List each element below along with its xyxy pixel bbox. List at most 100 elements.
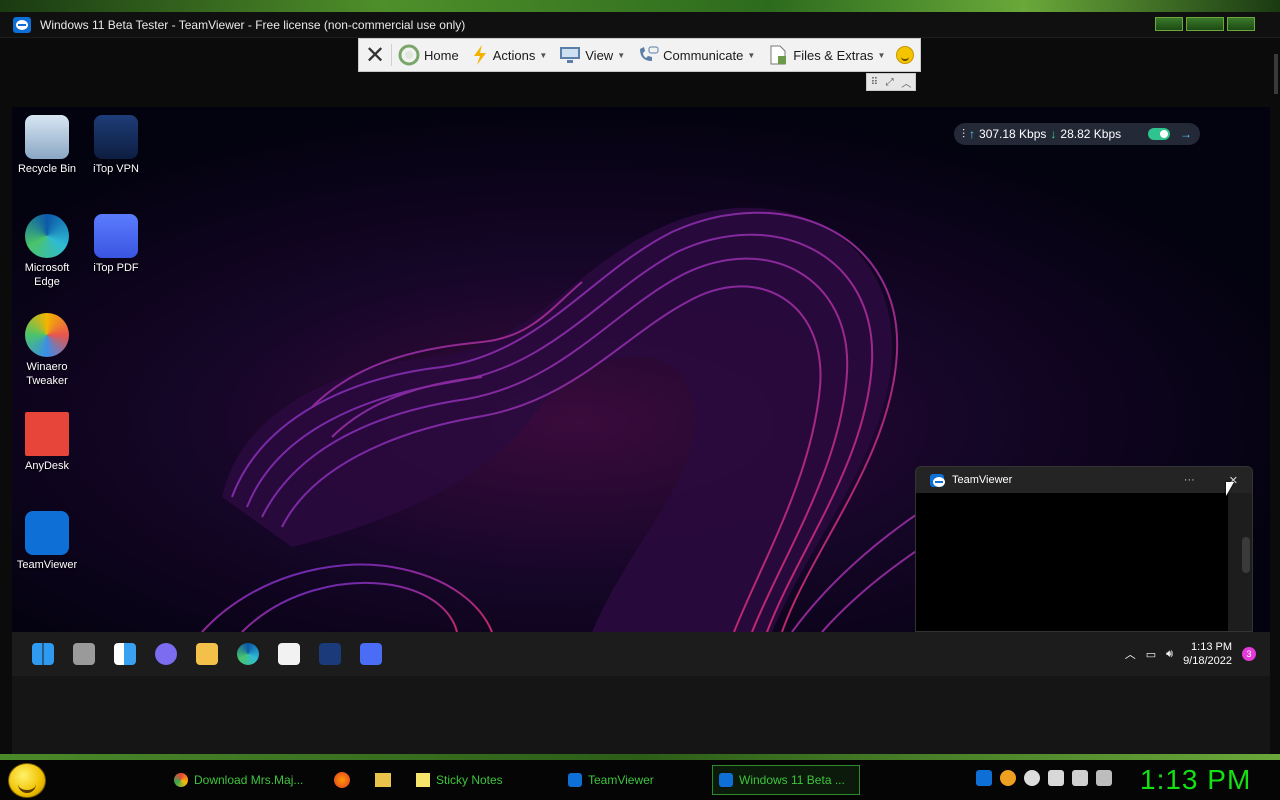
teamviewer-icon xyxy=(719,773,733,787)
view-menu[interactable]: View ▼ xyxy=(553,39,631,71)
desktop-icon-label: Microsoft Edge xyxy=(24,262,70,288)
task-view-icon[interactable] xyxy=(73,643,95,665)
teamviewer-icon xyxy=(25,511,69,555)
teamviewer-tray-icon[interactable] xyxy=(976,770,992,786)
folder-icon xyxy=(375,773,391,787)
popup-header: TeamViewer ··· ✕ xyxy=(916,467,1252,493)
chrome-icon xyxy=(174,773,188,787)
start-icon[interactable] xyxy=(32,643,54,665)
desktop-icon-label: AnyDesk xyxy=(24,460,70,472)
close-button[interactable] xyxy=(1227,17,1255,31)
edge-icon xyxy=(25,214,69,258)
file-explorer-icon[interactable] xyxy=(196,643,218,665)
itop-vpn-icon xyxy=(94,115,138,159)
remote-taskbar: ︿ ▭ 🔊︎ 1:13 PM 9/18/2022 3 xyxy=(12,632,1270,676)
desktop-icon-recycle-bin[interactable]: Recycle Bin xyxy=(12,115,82,176)
notification-badge[interactable]: 3 xyxy=(1242,647,1256,661)
popup-title: TeamViewer xyxy=(952,474,1013,486)
host-tray-icons xyxy=(976,770,1112,786)
host-task-sticky-notes[interactable]: Sticky Notes xyxy=(410,765,550,795)
network-toggle[interactable] xyxy=(1148,128,1170,140)
close-icon[interactable]: ✕ xyxy=(359,39,391,71)
monitor-icon xyxy=(560,47,581,63)
host-window-top-border xyxy=(0,0,1280,12)
more-options-icon[interactable]: ··· xyxy=(1184,474,1195,486)
host-task-windows11-beta[interactable]: Windows 11 Beta ... xyxy=(712,765,860,795)
network-icon[interactable] xyxy=(1072,770,1088,786)
desktop-icon-label: iTop PDF xyxy=(93,262,139,274)
mouse-cursor-icon xyxy=(1226,482,1234,496)
window-controls[interactable] xyxy=(1155,17,1255,31)
view-label: View xyxy=(585,47,614,63)
task-label: TeamViewer xyxy=(588,773,654,787)
communicate-label: Communicate xyxy=(663,47,744,63)
arrow-right-icon[interactable]: → xyxy=(1180,127,1192,141)
search-icon[interactable] xyxy=(1000,770,1016,786)
teamviewer-icon xyxy=(13,17,31,33)
start-smiley-icon[interactable] xyxy=(8,763,46,798)
toolbar-mini-controls: ⠿ ⤢ ︿ xyxy=(866,73,916,91)
desktop-icon-itop-vpn[interactable]: iTop VPN xyxy=(81,115,151,176)
remote-date: 9/18/2022 xyxy=(1183,655,1232,667)
desktop-icon-anydesk[interactable]: AnyDesk xyxy=(12,412,82,473)
anydesk-icon xyxy=(25,412,69,456)
chevron-down-icon: ▼ xyxy=(539,50,548,60)
host-clock[interactable]: 1:13 PM xyxy=(1140,764,1251,796)
store-icon[interactable] xyxy=(278,643,300,665)
chevron-up-icon[interactable]: ︿ xyxy=(1125,646,1136,662)
fullscreen-icon[interactable]: ⤢ xyxy=(886,77,894,88)
host-task-chrome[interactable]: Download Mrs.Maj... xyxy=(168,765,316,795)
recycle-bin-icon xyxy=(25,115,69,159)
phone-chat-icon xyxy=(640,46,659,61)
home-button[interactable]: Home xyxy=(392,39,465,71)
window-right-edge xyxy=(1270,38,1280,754)
communicate-menu[interactable]: Communicate ▼ xyxy=(631,39,761,71)
itop-pdf-icon[interactable] xyxy=(360,643,382,665)
minimize-button[interactable] xyxy=(1155,17,1183,31)
widgets-icon[interactable] xyxy=(114,643,136,665)
desktop-icon-label: TeamViewer xyxy=(16,559,78,571)
flag-icon[interactable] xyxy=(1048,770,1064,786)
files-extras-menu[interactable]: Files & Extras ▼ xyxy=(761,39,891,71)
window-titlebar[interactable]: Windows 11 Beta Tester - TeamViewer - Fr… xyxy=(0,12,1280,38)
popup-scrollbar[interactable] xyxy=(1242,537,1250,573)
itop-pdf-icon xyxy=(94,214,138,258)
remote-time: 1:13 PM xyxy=(1191,641,1232,653)
desktop-icon-itop-pdf[interactable]: iTop PDF xyxy=(81,214,151,275)
task-label: Sticky Notes xyxy=(436,773,503,787)
desktop-icon-label: Winaero Tweaker xyxy=(26,361,68,387)
host-task-teamviewer[interactable]: TeamViewer xyxy=(562,765,702,795)
network-icon[interactable]: ▭ xyxy=(1146,648,1156,661)
actions-menu[interactable]: Actions ▼ xyxy=(465,39,554,71)
teamviewer-icon xyxy=(930,473,945,487)
smiley-icon[interactable] xyxy=(896,46,914,64)
desktop-icon-edge[interactable]: Microsoft Edge xyxy=(12,214,82,289)
volume-icon[interactable]: 🔊︎ xyxy=(1166,648,1173,661)
desktop-icon-winaero[interactable]: Winaero Tweaker xyxy=(12,313,82,388)
firefox-icon xyxy=(334,772,350,788)
desktop-icon-label: Recycle Bin xyxy=(17,163,77,175)
power-icon[interactable] xyxy=(1024,770,1040,786)
host-task-explorer[interactable] xyxy=(369,765,391,795)
files-extras-label: Files & Extras xyxy=(793,47,874,63)
desktop-icon-teamviewer[interactable]: TeamViewer xyxy=(12,511,82,572)
collapse-icon[interactable]: ︿ xyxy=(901,75,911,90)
sticky-notes-icon xyxy=(416,773,430,787)
home-icon xyxy=(398,44,420,66)
viewer-background xyxy=(12,676,1270,754)
chat-icon[interactable] xyxy=(155,643,177,665)
grid-icon[interactable]: ⠿ xyxy=(871,77,878,88)
remote-clock[interactable]: 1:13 PM 9/18/2022 xyxy=(1183,640,1232,668)
network-speed-widget[interactable]: ⫶ ↑ 307.18 Kbps ↓ 28.82 Kbps → xyxy=(954,123,1200,145)
lightning-icon xyxy=(473,45,486,65)
scrollbar-thumb[interactable] xyxy=(1274,54,1278,94)
itop-vpn-icon[interactable] xyxy=(319,643,341,665)
teamviewer-toolbar: ✕ Home Actions ▼ View ▼ Communicate ▼ Fi… xyxy=(358,38,921,72)
volume-icon[interactable] xyxy=(1096,770,1112,786)
maximize-button[interactable] xyxy=(1186,17,1224,31)
chevron-down-icon: ▼ xyxy=(877,50,886,60)
edge-icon[interactable] xyxy=(237,643,259,665)
remote-desktop[interactable]: Recycle Bin iTop VPN Microsoft Edge iTop… xyxy=(12,107,1270,632)
host-task-firefox[interactable] xyxy=(328,765,350,795)
actions-label: Actions xyxy=(492,47,536,63)
